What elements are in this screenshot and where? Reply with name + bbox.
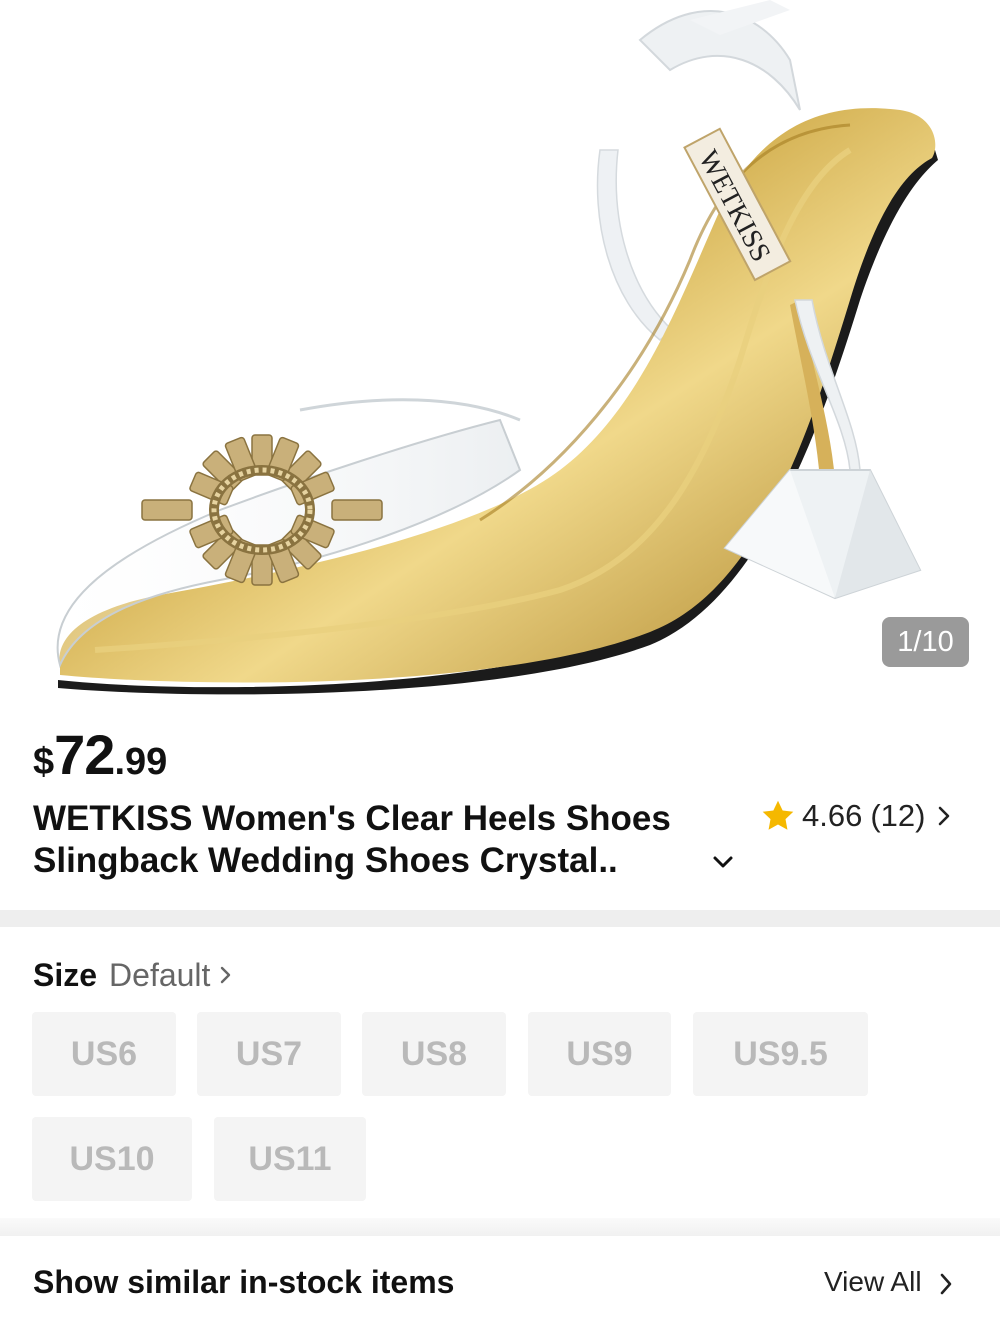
chevron-right-icon	[221, 966, 231, 984]
section-divider	[0, 910, 1000, 927]
chevron-right-icon	[939, 806, 950, 826]
price-currency: $	[33, 741, 55, 783]
product-photo: WETKISS	[56, 0, 938, 695]
image-counter: 1/10	[882, 617, 969, 667]
size-option-us10[interactable]: US10	[32, 1117, 192, 1201]
view-all-link[interactable]: View All	[824, 1266, 922, 1298]
product-title-line-2: Slingback Wedding Shoes Crystal..	[33, 841, 618, 880]
size-option-us9[interactable]: US9	[528, 1012, 671, 1096]
size-label: Size	[33, 956, 98, 993]
size-option-us9-5[interactable]: US9.5	[693, 1012, 868, 1096]
rating-score: 4.66	[802, 798, 863, 833]
similar-items-row[interactable]: Show similar in-stock items View All	[0, 1236, 1000, 1333]
size-option-us7[interactable]: US7	[197, 1012, 341, 1096]
price-whole: 72	[54, 723, 115, 786]
similar-items-label: Show similar in-stock items	[33, 1264, 455, 1300]
rating-summary[interactable]: 4.66 (12)	[760, 796, 953, 836]
size-option-us11[interactable]: US11	[214, 1117, 366, 1201]
size-option-us8[interactable]: US8	[362, 1012, 506, 1096]
chevron-down-icon[interactable]	[710, 852, 736, 872]
price-cents: .99	[114, 741, 168, 783]
size-option-us6[interactable]: US6	[32, 1012, 176, 1096]
section-separator	[0, 1218, 1000, 1236]
size-value: Default	[109, 956, 211, 993]
product-title[interactable]: WETKISS Women's Clear Heels Shoes Slingb…	[33, 798, 745, 882]
chevron-right-icon[interactable]	[937, 1271, 955, 1297]
rating-count: (12)	[870, 798, 926, 833]
star-icon	[762, 800, 794, 830]
price: $ 72 .99	[33, 722, 168, 786]
product-image-carousel[interactable]: WETKISS 1/10	[0, 0, 1000, 710]
size-selector-header[interactable]: Size Default	[33, 955, 234, 995]
product-title-line-1: WETKISS Women's Clear Heels Shoes	[33, 799, 671, 838]
